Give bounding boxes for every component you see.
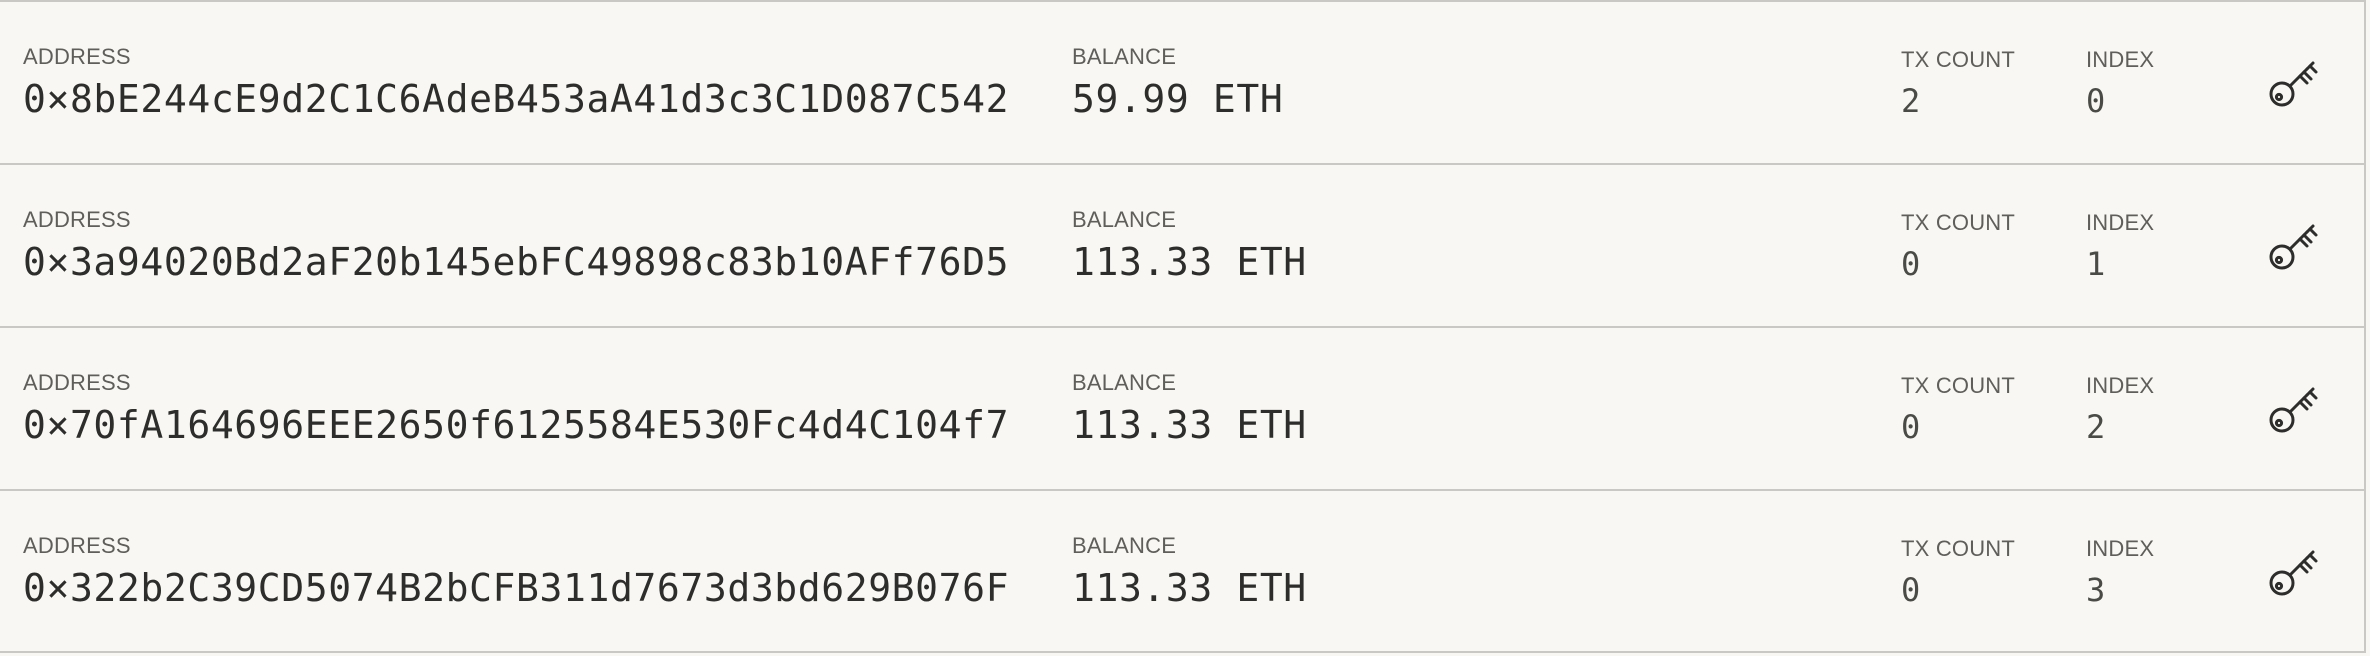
tx-count-field: TX COUNT 0 xyxy=(1901,373,2016,446)
index-field: INDEX 1 xyxy=(2086,210,2155,283)
balance-label: BALANCE xyxy=(1072,370,1177,395)
tx-count-value: 2 xyxy=(1901,82,1921,120)
index-field: INDEX 3 xyxy=(2086,536,2155,609)
index-value: 3 xyxy=(2086,571,2106,609)
balance-field: BALANCE 113.33 ETH xyxy=(1072,370,1307,447)
show-keys-button[interactable] xyxy=(2266,54,2322,110)
address-label: ADDRESS xyxy=(23,533,131,558)
tx-count-value: 0 xyxy=(1901,571,1921,609)
tx-count-field: TX COUNT 0 xyxy=(1901,536,2016,609)
balance-value: 59.99 ETH xyxy=(1072,77,1284,121)
key-icon xyxy=(2269,387,2318,433)
balance-value: 113.33 ETH xyxy=(1072,566,1307,610)
index-label: INDEX xyxy=(2086,47,2155,72)
address-label: ADDRESS xyxy=(23,44,131,69)
address-field: ADDRESS 0×8bE244cE9d2C1C6AdeB453aA41d3c3… xyxy=(23,44,1010,121)
address-field: ADDRESS 0×322b2C39CD5074B2bCFB311d7673d3… xyxy=(23,533,1010,610)
index-label: INDEX xyxy=(2086,536,2155,561)
balance-value: 113.33 ETH xyxy=(1072,403,1307,447)
balance-field: BALANCE 113.33 ETH xyxy=(1072,207,1307,284)
key-icon xyxy=(2269,550,2318,596)
balance-value: 113.33 ETH xyxy=(1072,240,1307,284)
balance-field: BALANCE 59.99 ETH xyxy=(1072,44,1284,121)
tx-count-value: 0 xyxy=(1901,245,1921,283)
tx-count-field: TX COUNT 0 xyxy=(1901,210,2016,283)
account-row: ADDRESS 0×322b2C39CD5074B2bCFB311d7673d3… xyxy=(0,491,2366,653)
address-field: ADDRESS 0×70fA164696EEE2650f6125584E530F… xyxy=(23,370,1010,447)
address-value: 0×3a94020Bd2aF20b145ebFC49898c83b10AFf76… xyxy=(23,240,1010,284)
tx-count-label: TX COUNT xyxy=(1901,47,2016,72)
account-row: ADDRESS 0×3a94020Bd2aF20b145ebFC49898c83… xyxy=(0,165,2366,328)
account-row: ADDRESS 0×70fA164696EEE2650f6125584E530F… xyxy=(0,328,2366,491)
balance-field: BALANCE 113.33 ETH xyxy=(1072,533,1307,610)
key-icon xyxy=(2269,61,2318,107)
index-label: INDEX xyxy=(2086,210,2155,235)
tx-count-field: TX COUNT 2 xyxy=(1901,47,2016,120)
tx-count-value: 0 xyxy=(1901,408,1921,446)
tx-count-label: TX COUNT xyxy=(1901,536,2016,561)
tx-count-label: TX COUNT xyxy=(1901,373,2016,398)
show-keys-button[interactable] xyxy=(2266,543,2322,599)
show-keys-button[interactable] xyxy=(2266,380,2322,436)
balance-label: BALANCE xyxy=(1072,207,1177,232)
index-field: INDEX 0 xyxy=(2086,47,2155,120)
show-keys-button[interactable] xyxy=(2266,217,2322,273)
index-value: 1 xyxy=(2086,245,2106,283)
address-label: ADDRESS xyxy=(23,370,131,395)
account-row: ADDRESS 0×8bE244cE9d2C1C6AdeB453aA41d3c3… xyxy=(0,2,2366,165)
balance-label: BALANCE xyxy=(1072,44,1177,69)
address-value: 0×70fA164696EEE2650f6125584E530Fc4d4C104… xyxy=(23,403,1010,447)
address-value: 0×322b2C39CD5074B2bCFB311d7673d3bd629B07… xyxy=(23,566,1010,610)
index-value: 2 xyxy=(2086,408,2106,446)
tx-count-label: TX COUNT xyxy=(1901,210,2016,235)
address-label: ADDRESS xyxy=(23,207,131,232)
accounts-list: ADDRESS 0×8bE244cE9d2C1C6AdeB453aA41d3c3… xyxy=(0,0,2366,656)
address-value: 0×8bE244cE9d2C1C6AdeB453aA41d3c3C1D087C5… xyxy=(23,77,1010,121)
index-value: 0 xyxy=(2086,82,2106,120)
index-label: INDEX xyxy=(2086,373,2155,398)
address-field: ADDRESS 0×3a94020Bd2aF20b145ebFC49898c83… xyxy=(23,207,1010,284)
key-icon xyxy=(2269,224,2318,270)
index-field: INDEX 2 xyxy=(2086,373,2155,446)
balance-label: BALANCE xyxy=(1072,533,1177,558)
